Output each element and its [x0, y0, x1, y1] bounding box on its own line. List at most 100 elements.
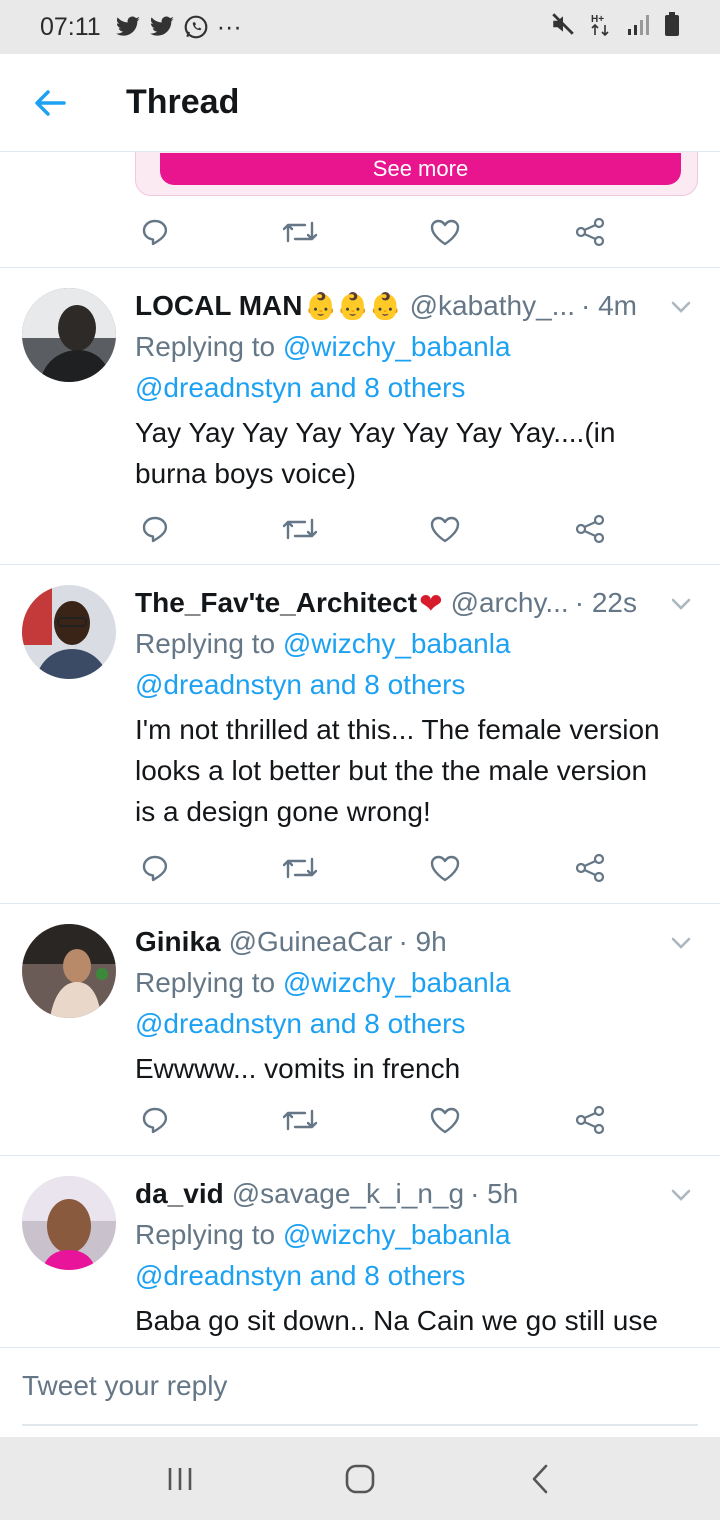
author-emoji: ❤	[419, 587, 443, 619]
reply-icon	[142, 516, 168, 543]
mention-others-link[interactable]: @dreadnstyn and 8 others	[135, 1255, 696, 1296]
share-button[interactable]	[570, 848, 610, 888]
like-button[interactable]	[425, 212, 465, 252]
tweet-menu-button[interactable]	[666, 1180, 696, 1210]
back-button[interactable]	[20, 73, 80, 133]
mention-others-link[interactable]: @dreadnstyn and 8 others	[135, 367, 696, 408]
share-button[interactable]	[570, 212, 610, 252]
avatar[interactable]	[22, 288, 116, 382]
twitter-notification-icon	[115, 16, 141, 38]
tweet[interactable]: LOCAL MAN 👶👶👶 @kabathy_... · 4m Replying…	[0, 268, 720, 565]
home-button[interactable]	[330, 1449, 390, 1509]
avatar[interactable]	[22, 1176, 116, 1270]
avatar[interactable]	[22, 924, 116, 1018]
mention-others-link[interactable]: @dreadnstyn and 8 others	[135, 1003, 696, 1044]
system-nav-bar	[0, 1437, 720, 1520]
tweet[interactable]: Ginika @GuineaCar · 9h Replying to @wizc…	[0, 904, 720, 1156]
tweet-text-line: burna boys voice)	[135, 458, 357, 489]
thread-header: Thread	[0, 54, 720, 152]
thread-feed[interactable]: See more LOCAL MAN 👶👶👶 @kabathy_... · 4m…	[0, 152, 720, 1347]
top-tweet-card: See more	[0, 152, 720, 268]
recent-apps-button[interactable]	[150, 1449, 210, 1509]
author-emoji: 👶👶👶	[304, 290, 402, 321]
tweet-menu-button[interactable]	[666, 589, 696, 619]
see-more-button[interactable]: See more	[160, 153, 681, 185]
like-icon	[430, 219, 460, 246]
mention-link[interactable]: @wizchy_babanla	[283, 967, 511, 998]
share-button[interactable]	[570, 509, 610, 549]
avatar[interactable]	[22, 585, 116, 679]
tweet-actions	[135, 848, 615, 888]
like-button[interactable]	[425, 1100, 465, 1140]
reply-button[interactable]	[135, 212, 175, 252]
reply-icon	[142, 1107, 168, 1134]
reply-button[interactable]	[135, 1100, 175, 1140]
reply-button[interactable]	[135, 509, 175, 549]
share-icon	[575, 1105, 605, 1135]
chevron-down-icon	[671, 598, 691, 610]
retweet-icon	[282, 1109, 318, 1131]
author-name[interactable]: LOCAL MAN	[135, 290, 302, 322]
reply-icon	[142, 855, 168, 882]
tweet-header: LOCAL MAN 👶👶👶 @kabathy_... · 4m	[135, 286, 696, 326]
tweet-menu-button[interactable]	[666, 928, 696, 958]
tweet-text: Yay Yay Yay Yay Yay Yay Yay Yay....(in b…	[135, 412, 696, 494]
tweet-body: Ginika @GuineaCar · 9h Replying to @wizc…	[135, 922, 696, 1089]
like-button[interactable]	[425, 848, 465, 888]
mention-others-link[interactable]: @dreadnstyn and 8 others	[135, 664, 696, 705]
tweet-time: · 22s	[574, 587, 637, 618]
author-name[interactable]: da_vid	[135, 1178, 224, 1210]
tweet-text: Baba go sit down.. Na Cain we go still u…	[135, 1300, 696, 1341]
retweet-icon	[282, 221, 318, 243]
status-bar: 07:11 ··· H+	[0, 0, 720, 54]
more-notifications: ···	[216, 12, 242, 41]
reply-input[interactable]: Tweet your reply	[22, 1370, 698, 1426]
tweet-text-line: looks a lot better but the the male vers…	[135, 755, 648, 786]
share-icon	[575, 217, 605, 247]
twitter-notification-icon	[149, 16, 175, 38]
tweet-body: da_vid @savage_k_i_n_g · 5h Replying to …	[135, 1174, 696, 1341]
chevron-down-icon	[671, 937, 691, 949]
retweet-button[interactable]	[280, 848, 320, 888]
replying-to: Replying to @wizchy_babanla	[135, 1214, 696, 1255]
reply-button[interactable]	[135, 848, 175, 888]
replying-to: Replying to @wizchy_babanla	[135, 326, 696, 367]
author-handle[interactable]: @savage_k_i_n_g	[232, 1178, 464, 1210]
recent-apps-icon	[168, 1467, 192, 1490]
tweet-header: The_Fav'te_Architect ❤ @archy... · 22s	[135, 583, 696, 623]
tweet-text-line: Baba go sit down.. Na Cain we go still u…	[135, 1305, 658, 1336]
tweet-text-line: Ewwww... vomits in french	[135, 1053, 461, 1084]
tweet-header: da_vid @savage_k_i_n_g · 5h	[135, 1174, 696, 1214]
whatsapp-icon	[183, 14, 209, 40]
mute-icon	[550, 11, 576, 44]
tweet-header: Ginika @GuineaCar · 9h	[135, 922, 696, 962]
replying-to: Replying to @wizchy_babanla	[135, 962, 696, 1003]
chevron-down-icon	[671, 301, 691, 313]
author-name[interactable]: The_Fav'te_Architect	[135, 587, 417, 619]
battery-icon	[664, 11, 680, 44]
retweet-icon	[282, 518, 318, 540]
replying-to: Replying to @wizchy_babanla	[135, 623, 696, 664]
mention-link[interactable]: @wizchy_babanla	[283, 331, 511, 362]
like-icon	[430, 516, 460, 543]
retweet-button[interactable]	[280, 212, 320, 252]
signal-icon	[626, 13, 650, 42]
tweet[interactable]: da_vid @savage_k_i_n_g · 5h Replying to …	[0, 1156, 720, 1347]
mention-link[interactable]: @wizchy_babanla	[283, 1219, 511, 1250]
share-button[interactable]	[570, 1100, 610, 1140]
back-nav-button[interactable]	[510, 1449, 570, 1509]
tweet-body: LOCAL MAN 👶👶👶 @kabathy_... · 4m Replying…	[135, 286, 696, 494]
author-handle[interactable]: @kabathy_...	[410, 290, 575, 322]
tweet-menu-button[interactable]	[666, 292, 696, 322]
mention-link[interactable]: @wizchy_babanla	[283, 628, 511, 659]
like-button[interactable]	[425, 509, 465, 549]
tweet[interactable]: The_Fav'te_Architect ❤ @archy... · 22s R…	[0, 565, 720, 904]
retweet-button[interactable]	[280, 509, 320, 549]
status-right-icons: H+	[550, 11, 680, 44]
author-name[interactable]: Ginika	[135, 926, 221, 958]
author-handle[interactable]: @archy...	[451, 587, 569, 619]
author-handle[interactable]: @GuineaCar	[229, 926, 393, 958]
replying-to-label: Replying to	[135, 628, 276, 659]
retweet-button[interactable]	[280, 1100, 320, 1140]
svg-text:H+: H+	[591, 14, 604, 25]
